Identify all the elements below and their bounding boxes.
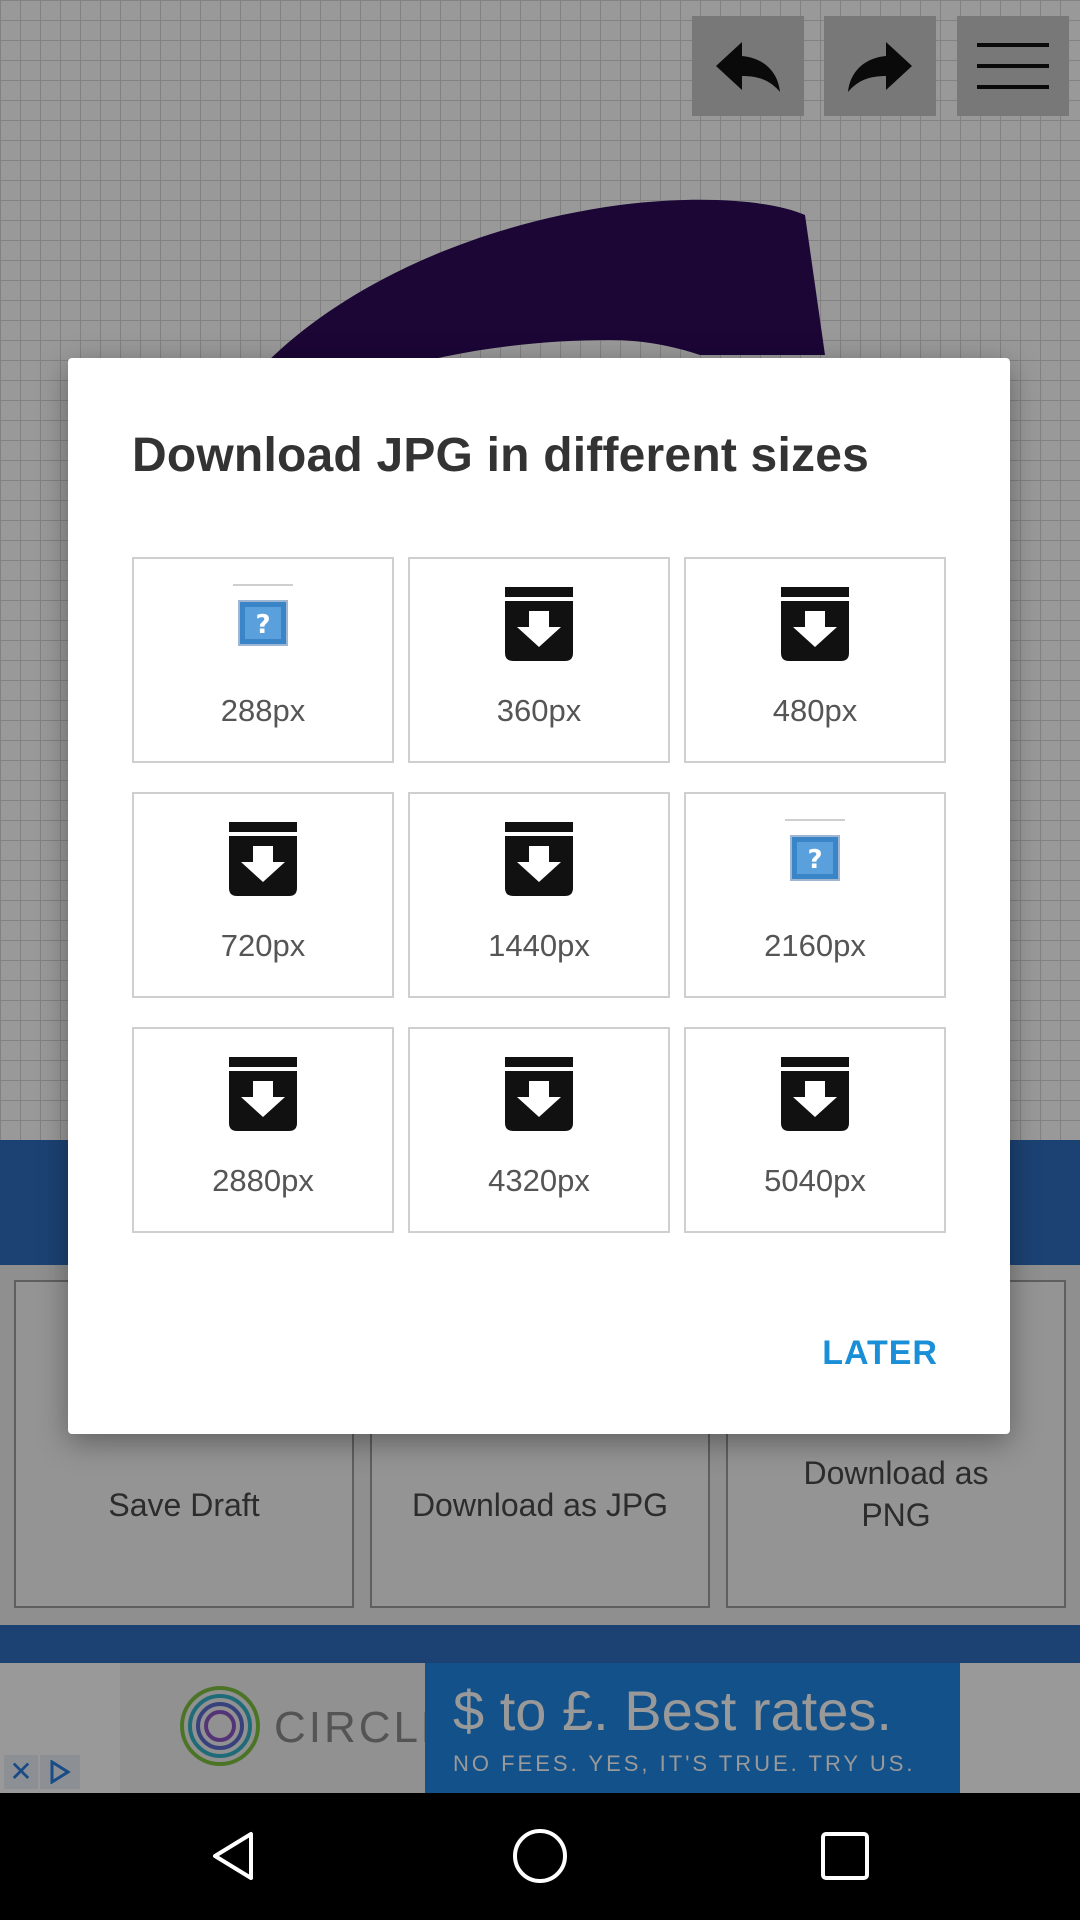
- download-box-icon: [499, 1053, 579, 1138]
- later-button[interactable]: LATER: [818, 1328, 942, 1379]
- size-option-5040[interactable]: 5040px: [684, 1027, 946, 1233]
- size-label: 2160px: [764, 928, 866, 963]
- size-label: 1440px: [488, 928, 590, 963]
- download-size-dialog: Download JPG in different sizes ? 288px: [68, 358, 1010, 1434]
- size-option-360[interactable]: 360px: [408, 557, 670, 763]
- svg-text:?: ?: [807, 845, 822, 875]
- download-box-icon: [223, 1053, 303, 1138]
- download-box-icon: [775, 1053, 855, 1138]
- size-option-4320[interactable]: 4320px: [408, 1027, 670, 1233]
- download-box-icon: [775, 583, 855, 668]
- size-label: 480px: [772, 693, 858, 728]
- size-label: 5040px: [764, 1163, 866, 1198]
- system-nav-bar: [0, 1793, 1080, 1920]
- broken-image-icon: ?: [775, 818, 855, 903]
- size-grid: ? 288px 360px 480px 720px 1440px ? 2160p…: [132, 557, 946, 1233]
- size-option-480[interactable]: 480px: [684, 557, 946, 763]
- recents-square-icon[interactable]: [810, 1821, 880, 1891]
- broken-image-icon: ?: [223, 583, 303, 668]
- size-option-2160[interactable]: ? 2160px: [684, 792, 946, 998]
- size-label: 4320px: [488, 1163, 590, 1198]
- size-option-2880[interactable]: 2880px: [132, 1027, 394, 1233]
- size-label: 360px: [496, 693, 582, 728]
- download-box-icon: [499, 583, 579, 668]
- back-triangle-icon[interactable]: [200, 1821, 270, 1891]
- dialog-title: Download JPG in different sizes: [132, 429, 869, 482]
- size-label: 720px: [220, 928, 306, 963]
- download-box-icon: [499, 818, 579, 903]
- size-option-288[interactable]: ? 288px: [132, 557, 394, 763]
- size-label: 2880px: [212, 1163, 314, 1198]
- svg-text:?: ?: [255, 610, 270, 640]
- size-label: 288px: [220, 693, 306, 728]
- size-option-720[interactable]: 720px: [132, 792, 394, 998]
- home-circle-icon[interactable]: [505, 1821, 575, 1891]
- download-box-icon: [223, 818, 303, 903]
- size-option-1440[interactable]: 1440px: [408, 792, 670, 998]
